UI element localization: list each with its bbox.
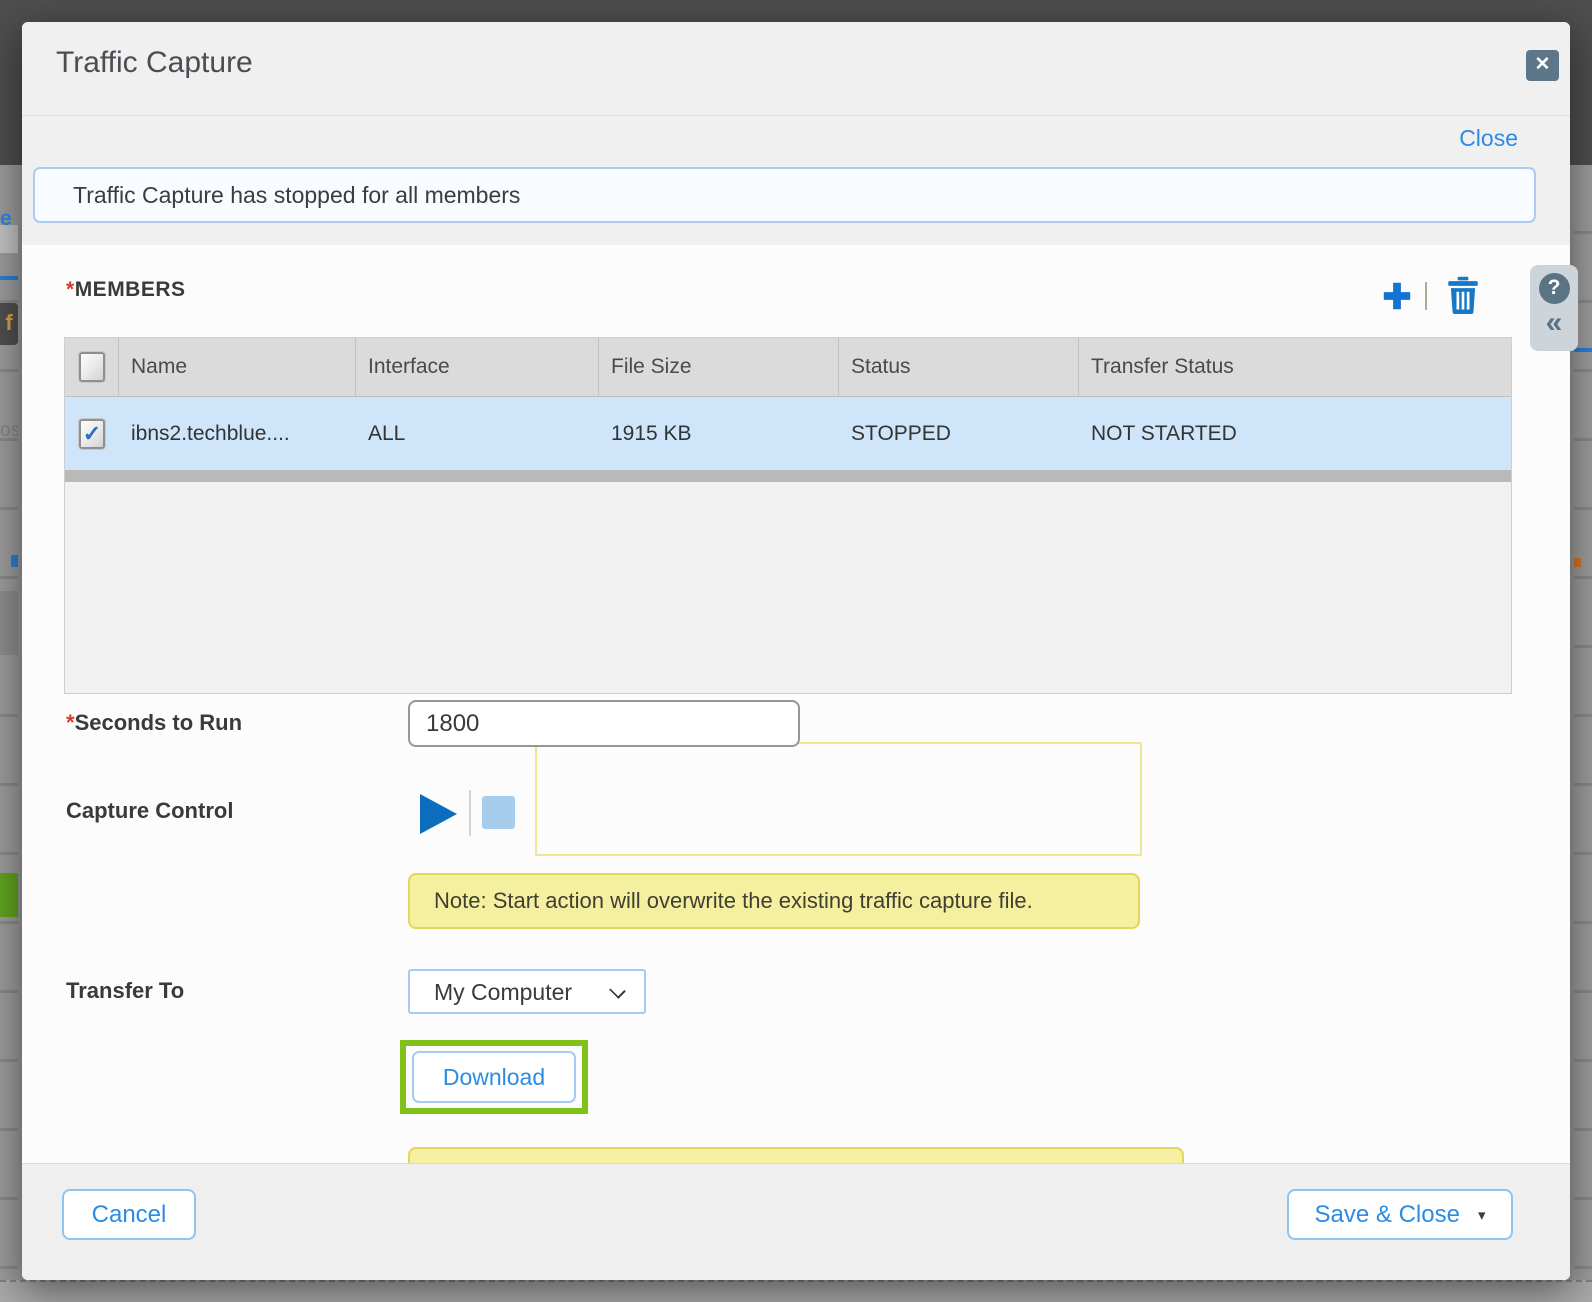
menu-caret-icon: ▾ — [1478, 1206, 1486, 1224]
traffic-capture-dialog: Traffic Capture ✕ Close Traffic Capture … — [22, 22, 1570, 1280]
table-row[interactable]: ✓ ibns2.techblue.... ALL 1915 KB STOPPED… — [65, 397, 1511, 470]
plus-icon — [1379, 278, 1415, 314]
table-empty-area — [65, 482, 1511, 693]
add-member-button[interactable] — [1379, 278, 1415, 314]
dialog-header: Traffic Capture ✕ Close Traffic Capture … — [22, 22, 1570, 245]
cell-file-size: 1915 KB — [599, 397, 839, 470]
transfer-to-label: Transfer To — [66, 978, 184, 1004]
background-badge-fragment: f — [0, 303, 18, 345]
save-and-close-button[interactable]: Save & Close ▾ — [1287, 1189, 1513, 1240]
close-link[interactable]: Close — [1459, 125, 1518, 152]
transfer-to-dropdown[interactable]: My Computer — [408, 969, 646, 1014]
download-button[interactable]: Download — [412, 1051, 576, 1103]
select-all-cell — [65, 338, 119, 396]
background-text-fragment: os — [0, 420, 18, 444]
required-asterisk: * — [66, 710, 75, 735]
cell-interface: ALL — [356, 397, 599, 470]
row-checkbox[interactable]: ✓ — [79, 419, 105, 449]
close-icon[interactable]: ✕ — [1526, 50, 1559, 81]
stop-icon[interactable] — [482, 796, 515, 829]
help-panel: ? « — [1530, 265, 1578, 351]
column-header-transfer-status[interactable]: Transfer Status — [1079, 338, 1511, 396]
seconds-to-run-input[interactable] — [408, 700, 800, 747]
cancel-button[interactable]: Cancel — [62, 1189, 196, 1240]
background-bottom-edge — [0, 1280, 1592, 1302]
cell-transfer-status: NOT STARTED — [1079, 397, 1511, 470]
header-divider — [22, 115, 1570, 116]
background-green-band — [0, 873, 18, 917]
members-section-label: *MEMBERS — [66, 278, 186, 302]
seconds-to-run-label: *Seconds to Run — [66, 710, 242, 736]
background-tab-underline — [0, 276, 18, 280]
delete-member-button[interactable] — [1446, 276, 1480, 314]
collapse-panel-icon[interactable]: « — [1530, 304, 1578, 342]
transfer-to-value: My Computer — [434, 971, 572, 1013]
column-header-file-size[interactable]: File Size — [599, 338, 839, 396]
highlight-artifact — [535, 742, 1142, 856]
capture-control-label: Capture Control — [66, 798, 233, 824]
select-all-checkbox[interactable] — [79, 352, 105, 382]
trash-icon — [1446, 276, 1480, 314]
help-icon[interactable]: ? — [1539, 273, 1570, 304]
toolbar-separator — [1425, 282, 1427, 310]
play-icon[interactable] — [420, 794, 457, 834]
chevron-down-icon — [609, 982, 626, 999]
background-tab-underline — [1574, 348, 1592, 352]
members-table: Name Interface File Size Status Transfer… — [64, 337, 1512, 694]
cell-status: STOPPED — [839, 397, 1079, 470]
background-link-fragment: e — [0, 207, 18, 233]
save-and-close-label: Save & Close — [1315, 1201, 1460, 1229]
screen: e f os Traffic Capture ✕ Close Traffic C… — [0, 0, 1592, 1302]
column-header-interface[interactable]: Interface — [356, 338, 599, 396]
overwrite-note: Note: Start action will overwrite the ex… — [408, 873, 1140, 929]
background-left-edge: e f os — [0, 165, 18, 1280]
background-orange-dot — [1574, 558, 1581, 567]
horizontal-scrollbar[interactable] — [65, 470, 1511, 482]
dialog-footer: Cancel Save & Close ▾ — [22, 1163, 1570, 1280]
cell-name: ibns2.techblue.... — [119, 397, 356, 470]
status-banner: Traffic Capture has stopped for all memb… — [33, 167, 1536, 223]
column-header-name[interactable]: Name — [119, 338, 356, 396]
dialog-title: Traffic Capture — [56, 46, 253, 80]
table-header-row: Name Interface File Size Status Transfer… — [65, 338, 1511, 397]
capture-control-separator — [469, 790, 471, 836]
row-select-cell: ✓ — [65, 397, 119, 470]
background-band — [0, 591, 18, 655]
required-asterisk: * — [66, 278, 75, 301]
background-blue-dot — [11, 555, 18, 567]
column-header-status[interactable]: Status — [839, 338, 1079, 396]
